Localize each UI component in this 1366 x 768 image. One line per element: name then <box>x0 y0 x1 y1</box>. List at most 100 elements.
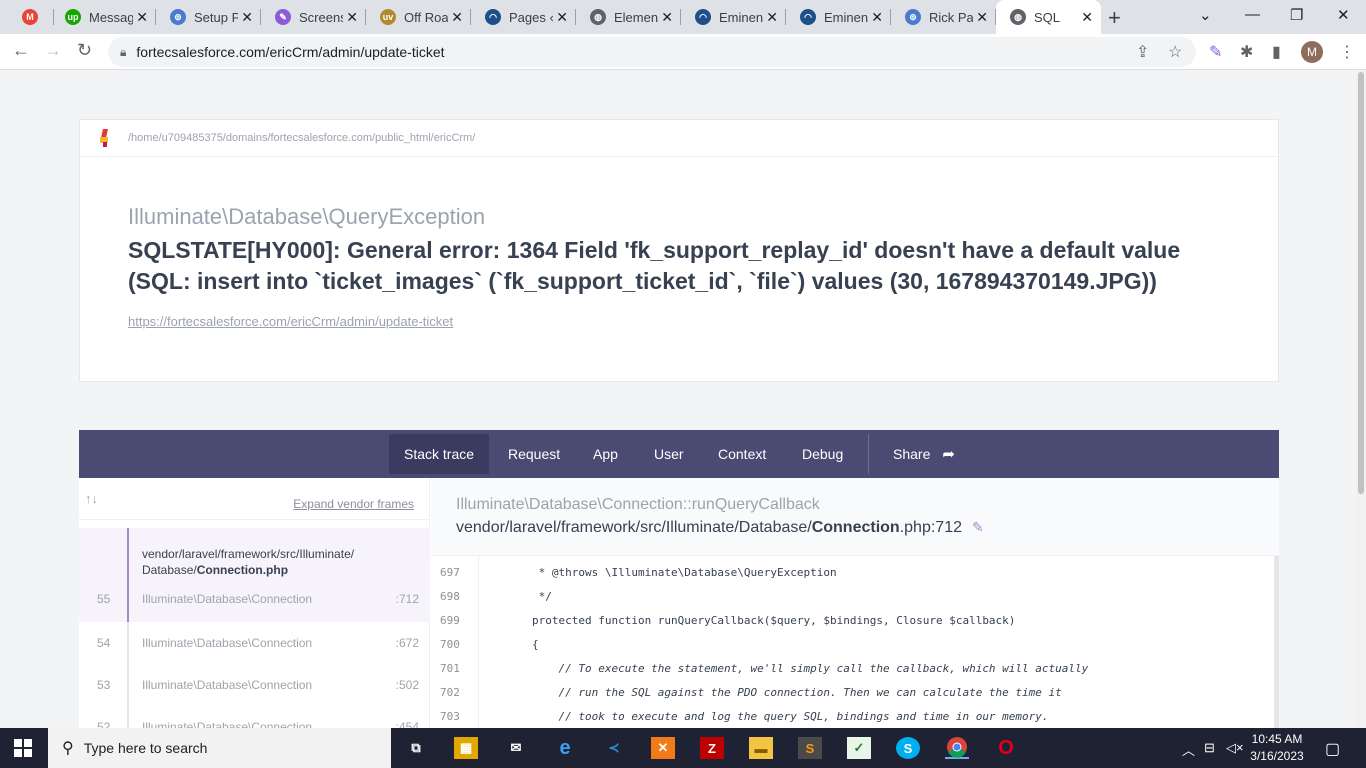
close-tab-icon[interactable]: ✕ <box>1081 9 1093 26</box>
close-tab-icon[interactable]: ✕ <box>556 9 568 26</box>
frame-line: :454 <box>395 720 419 728</box>
close-tab-icon[interactable]: ✕ <box>241 9 253 26</box>
tab-context[interactable]: Context <box>703 434 781 474</box>
url-text[interactable]: fortecsalesforce.com/ericCrm/admin/updat… <box>136 44 444 60</box>
mail-icon[interactable]: ✉ <box>504 737 528 759</box>
windows-start-icon[interactable] <box>14 739 32 757</box>
wp-icon: ◠ <box>800 9 816 25</box>
tab-request[interactable]: Request <box>493 434 575 474</box>
frame-function: Illuminate\Database\Connection <box>142 720 313 728</box>
close-tab-icon[interactable]: ✕ <box>451 9 463 26</box>
side-panel-icon[interactable]: ▮ <box>1272 42 1281 62</box>
tab-title: Setup P <box>194 9 238 25</box>
profile-avatar[interactable]: M <box>1301 41 1323 63</box>
code-line-number: 703 <box>440 709 460 723</box>
edit-pencil-icon[interactable]: ✎ <box>972 519 984 536</box>
close-tab-icon[interactable]: ✕ <box>136 9 148 26</box>
close-tab-icon[interactable]: ✕ <box>346 9 358 26</box>
file-explorer-icon[interactable]: ▬ <box>749 737 773 759</box>
back-icon[interactable]: ← <box>12 40 30 61</box>
browser-tab[interactable]: ◠ Eminen ✕ <box>786 0 891 34</box>
browser-tab[interactable]: ◍ SQL ✕ <box>996 0 1101 34</box>
tab-title: Pages ‹ <box>509 9 553 25</box>
exception-class: Illuminate\Database\QueryException <box>128 204 486 229</box>
code-line: 699 protected function runQueryCallback(… <box>431 608 1274 632</box>
code-line-number: 700 <box>440 637 460 651</box>
sublime-icon[interactable]: S <box>798 737 822 759</box>
close-tab-icon[interactable]: ✕ <box>661 9 673 26</box>
skype-icon[interactable]: S <box>896 737 920 759</box>
tab-title: Rick Pa <box>929 9 973 25</box>
frame-file: vendor/laravel/framework/src/Illuminate/… <box>142 547 355 577</box>
store-icon[interactable]: ▦ <box>454 737 478 759</box>
frame-line: :712 <box>395 592 419 606</box>
exception-message: SQLSTATE[HY000]: General error: 1364 Fie… <box>128 237 1181 294</box>
browser-tab[interactable]: ◍ Element ✕ <box>576 0 681 34</box>
tab-search-icon[interactable]: ⌄ <box>1199 6 1212 24</box>
maximize-button[interactable]: ❐ <box>1290 6 1303 24</box>
opera-icon[interactable]: O <box>994 737 1018 759</box>
filezilla-icon[interactable]: Z <box>700 737 724 759</box>
feather-extension-icon[interactable]: ✎ <box>1209 42 1222 62</box>
page-content: /home/u709485375/domains/fortecsalesforc… <box>0 70 1356 728</box>
code-line: 702 // run the SQL against the PDO conne… <box>431 680 1274 704</box>
close-tab-icon[interactable]: ✕ <box>976 9 988 26</box>
browser-tab[interactable]: ⊚ Setup P ✕ <box>156 0 261 34</box>
new-tab-button[interactable]: + <box>1108 5 1121 31</box>
chrome-icon[interactable] <box>945 737 969 759</box>
share-page-icon[interactable]: ⇪ <box>1136 42 1149 62</box>
frame-item[interactable]: 54 Illuminate\Database\Connection :672 <box>79 622 430 664</box>
forward-icon[interactable]: → <box>44 40 62 61</box>
edge-icon[interactable]: e <box>553 737 577 759</box>
tab-title: Element <box>614 9 658 25</box>
tab-app[interactable]: App <box>578 434 633 474</box>
frame-item-selected[interactable]: vendor/laravel/framework/src/Illuminate/… <box>79 528 430 622</box>
bookmark-star-icon[interactable]: ☆ <box>1168 42 1182 62</box>
page-scrollbar[interactable] <box>1356 70 1366 728</box>
taskbar-search[interactable]: ⚲ Type here to search <box>48 728 391 768</box>
code-scrollbar[interactable] <box>1274 556 1279 728</box>
request-url-link[interactable]: https://fortecsalesforce.com/ericCrm/adm… <box>128 314 453 329</box>
browser-tab[interactable]: uv Off Roa ✕ <box>366 0 471 34</box>
tab-user[interactable]: User <box>639 434 699 474</box>
frame-number: 52 <box>97 720 111 728</box>
close-window-button[interactable]: ✕ <box>1337 6 1350 24</box>
tab-stack-trace[interactable]: Stack trace <box>389 434 490 474</box>
close-tab-icon[interactable]: ✕ <box>871 9 883 26</box>
share-button[interactable]: Share ➦ <box>878 434 970 474</box>
browser-tab[interactable]: up Messag ✕ <box>51 0 156 34</box>
frame-item[interactable]: 53 Illuminate\Database\Connection :502 <box>79 664 430 706</box>
browser-tab[interactable]: ⊚ Rick Pa ✕ <box>891 0 996 34</box>
browser-tab[interactable]: M <box>8 0 54 34</box>
frame-nav-arrows-icon[interactable]: ↑↓ <box>85 491 98 506</box>
volume-icon[interactable]: ◁× <box>1226 740 1244 756</box>
network-icon[interactable]: ⊟ <box>1204 740 1215 756</box>
notifications-icon[interactable]: ▢ <box>1325 739 1340 759</box>
task-view-icon[interactable]: ⧉ <box>404 737 428 759</box>
minimize-button[interactable]: — <box>1245 6 1260 23</box>
expand-vendor-frames-link[interactable]: Expand vendor frames <box>293 497 414 511</box>
browser-menu-icon[interactable]: ⋮ <box>1339 42 1355 62</box>
reload-icon[interactable]: ↻ <box>77 40 92 61</box>
tray-chevron-icon[interactable]: ︿ <box>1182 740 1195 759</box>
extensions-puzzle-icon[interactable]: ✱ <box>1240 42 1253 62</box>
frame-file-path: vendor/laravel/framework/src/Illuminate/… <box>456 519 962 536</box>
code-line-text: // took to execute and log the query SQL… <box>479 709 1049 723</box>
frame-detail-header: Illuminate\Database\Connection::runQuery… <box>431 478 1279 556</box>
frame-item[interactable]: 52 Illuminate\Database\Connection :454 <box>79 706 430 728</box>
xampp-icon[interactable]: ✕ <box>651 737 675 759</box>
feather-icon: ✎ <box>275 9 291 25</box>
browser-tab[interactable]: ◠ Pages ‹ ✕ <box>471 0 576 34</box>
ignition-logo-icon <box>98 129 112 147</box>
close-tab-icon[interactable]: ✕ <box>766 9 778 26</box>
system-clock[interactable]: 10:45 AM 3/16/2023 <box>1246 731 1308 765</box>
tab-debug[interactable]: Debug <box>787 434 858 474</box>
notepad-icon[interactable]: ✓ <box>847 737 871 759</box>
browser-tab[interactable]: ✎ Screens ✕ <box>261 0 366 34</box>
wp-icon: ◠ <box>485 9 501 25</box>
address-bar[interactable]: 🔒︎ fortecsalesforce.com/ericCrm/admin/up… <box>108 37 1196 67</box>
vscode-icon[interactable]: ≺ <box>602 737 626 759</box>
search-icon: ⚲ <box>62 740 74 757</box>
tab-strip: + ⌄ — ❐ ✕ Mup Messag ✕ ⊚ Setup P ✕ ✎ Screens ✕ uv… <box>0 0 1366 34</box>
browser-tab[interactable]: ◠ Eminen ✕ <box>681 0 786 34</box>
